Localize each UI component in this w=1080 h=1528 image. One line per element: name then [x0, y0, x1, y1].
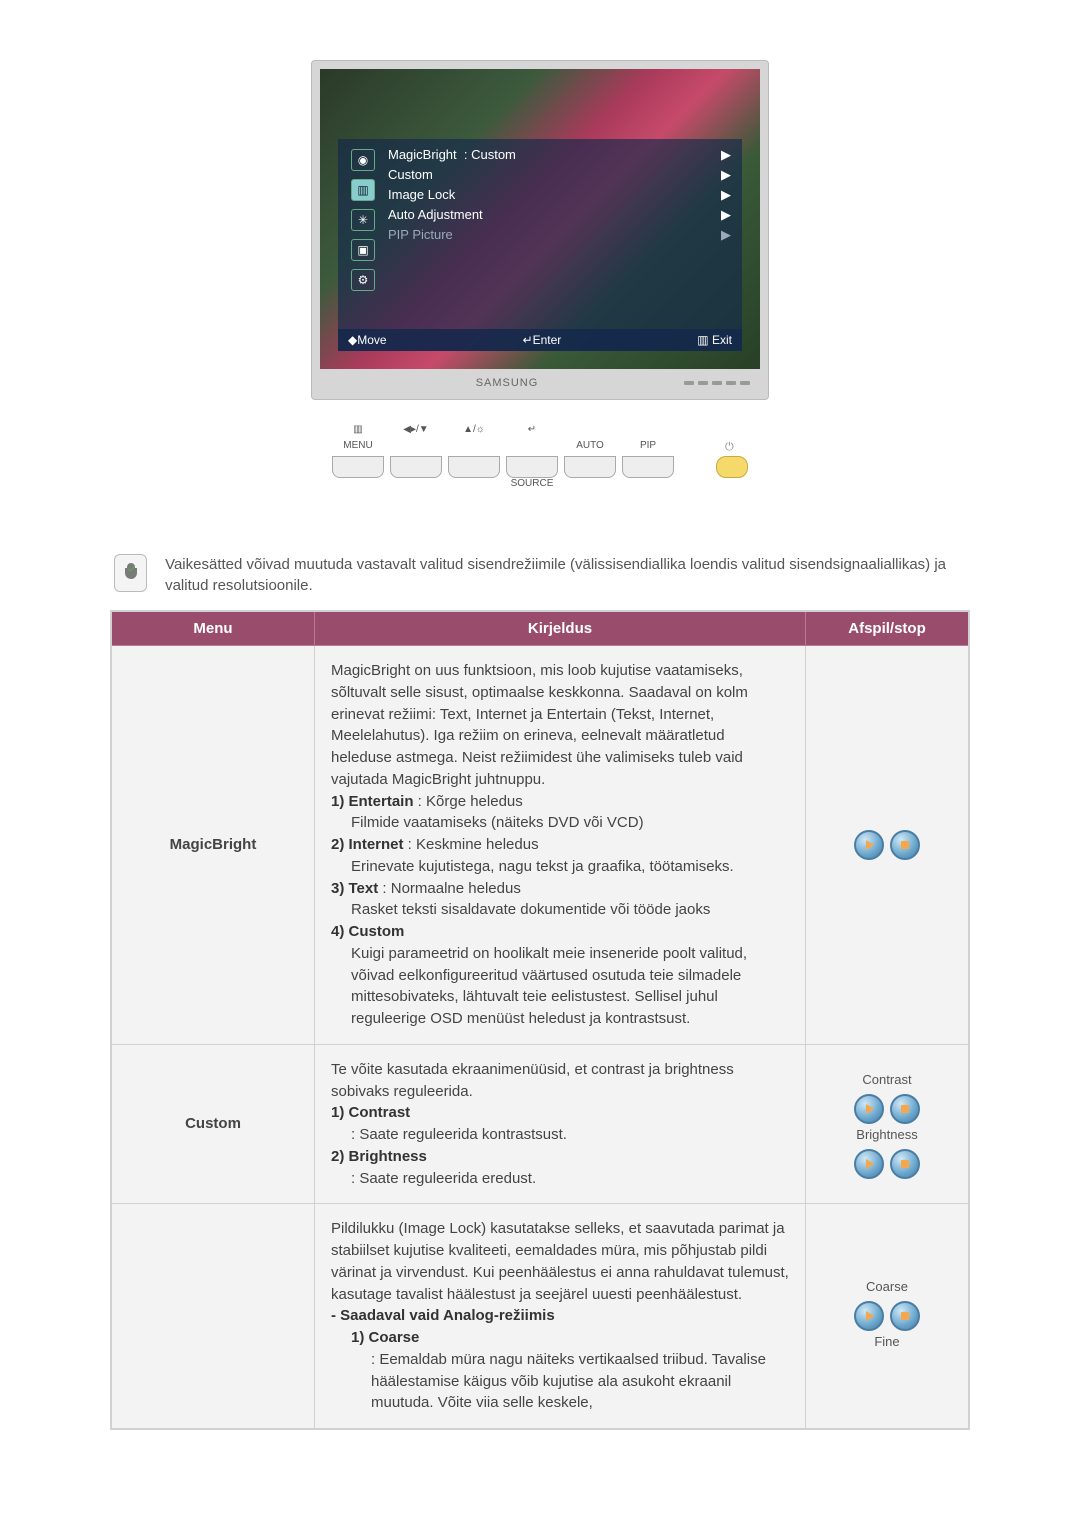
osd-tab-icon: ◉	[351, 149, 375, 171]
menu-label	[111, 1204, 315, 1429]
menu-label: Custom	[111, 1044, 315, 1204]
play-icon[interactable]	[854, 830, 884, 860]
stop-icon[interactable]	[890, 830, 920, 860]
table-row: Custom Te võite kasutada ekraanimenüüsid…	[111, 1044, 969, 1204]
osd-tab-icon: ✳	[351, 209, 375, 231]
menu-description: Pildilukku (Image Lock) kasutatakse sell…	[315, 1204, 806, 1429]
monitor-mockup: Picture ◉ ▥ ✳ ▣ ⚙ MagicBright : Cu	[311, 60, 769, 494]
osd-tab-picture-icon: ▥	[351, 179, 375, 201]
osd-sidebar: ◉ ▥ ✳ ▣ ⚙	[346, 145, 380, 291]
col-desc: Kirjeldus	[315, 611, 806, 646]
osd-settings-table: Menu Kirjeldus Afspil/stop MagicBright M…	[110, 610, 970, 1430]
osd-enter-hint: ↵Enter	[523, 333, 562, 347]
play-icon[interactable]	[854, 1301, 884, 1331]
monitor-button-row: ▥MENU ◀▸/▼ ▲/☼ ↵ SOURCE AUTO PIP	[311, 424, 769, 494]
osd-tab-icon: ▣	[351, 239, 375, 261]
table-row: MagicBright MagicBright on uus funktsioo…	[111, 646, 969, 1045]
osd-menu-list: MagicBright : Custom▶ Custom▶ Image Lock…	[380, 145, 734, 291]
play-label: Fine	[822, 1333, 952, 1352]
note-icon	[114, 554, 147, 592]
menu-description: MagicBright on uus funktsioon, mis loob …	[315, 646, 806, 1045]
osd-tab-icon: ⚙	[351, 269, 375, 291]
stop-icon[interactable]	[890, 1094, 920, 1124]
menu-label: MagicBright	[111, 646, 315, 1045]
note-text: Vaikesätted võivad muutuda vastavalt val…	[165, 554, 970, 596]
osd-exit-hint: ▥ Exit	[697, 333, 732, 347]
play-icon[interactable]	[854, 1094, 884, 1124]
stop-icon[interactable]	[890, 1149, 920, 1179]
menu-description: Te võite kasutada ekraanimenüüsid, et co…	[315, 1044, 806, 1204]
col-menu: Menu	[111, 611, 315, 646]
play-icon[interactable]	[854, 1149, 884, 1179]
table-row: Pildilukku (Image Lock) kasutatakse sell…	[111, 1204, 969, 1429]
play-label: Brightness	[822, 1126, 952, 1145]
power-button-icon	[716, 456, 748, 478]
col-play: Afspil/stop	[806, 611, 970, 646]
osd-move-hint: ◆Move	[348, 333, 387, 347]
stop-icon[interactable]	[890, 1301, 920, 1331]
play-label: Contrast	[822, 1071, 952, 1090]
monitor-brand: SAMSUNG	[476, 377, 539, 389]
osd-picture-label: Picture	[705, 9, 752, 25]
osd-panel: ◉ ▥ ✳ ▣ ⚙ MagicBright : Custom▶ Custom▶ …	[338, 139, 742, 351]
play-label: Coarse	[822, 1278, 952, 1297]
